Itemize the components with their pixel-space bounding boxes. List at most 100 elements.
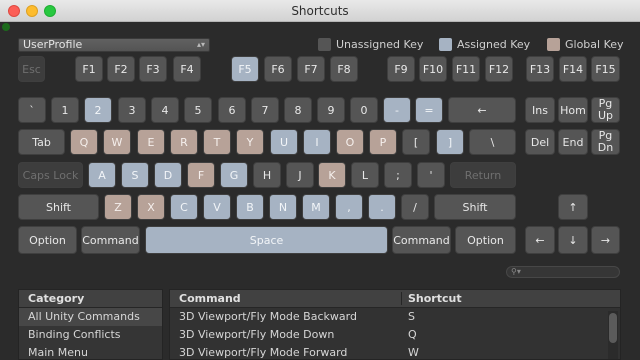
key-j[interactable]: J xyxy=(286,162,314,188)
key-d[interactable]: D xyxy=(154,162,182,188)
key-f[interactable]: F xyxy=(187,162,215,188)
key-f12[interactable]: F12 xyxy=(485,56,513,82)
key-f2[interactable]: F2 xyxy=(107,56,135,82)
key-t[interactable]: T xyxy=(203,129,231,155)
key-f9[interactable]: F9 xyxy=(387,56,415,82)
key-left[interactable]: ← xyxy=(525,226,555,254)
key-1[interactable]: 1 xyxy=(51,97,79,123)
key-label: V xyxy=(213,200,221,214)
key-backquote[interactable]: ` xyxy=(18,97,46,123)
category-item-main-menu[interactable]: Main Menu xyxy=(19,344,162,360)
table-row[interactable]: 3D Viewport/Fly Mode Down Q xyxy=(170,326,620,344)
key-g[interactable]: G xyxy=(220,162,248,188)
key-home[interactable]: Hom xyxy=(558,97,588,123)
key-w[interactable]: W xyxy=(103,129,131,155)
key-f10[interactable]: F10 xyxy=(419,56,447,82)
search-field[interactable]: ⚲▾ xyxy=(506,266,620,278)
key-3[interactable]: 3 xyxy=(118,97,146,123)
scrollbar-thumb[interactable] xyxy=(609,313,617,343)
key-z[interactable]: Z xyxy=(104,194,132,220)
key-f14[interactable]: F14 xyxy=(559,56,587,82)
key-down[interactable]: ↓ xyxy=(558,226,588,254)
key-label: Z xyxy=(114,200,122,214)
key-a[interactable]: A xyxy=(88,162,116,188)
key-o[interactable]: O xyxy=(336,129,364,155)
key-comma[interactable]: , xyxy=(335,194,363,220)
table-row[interactable]: 3D Viewport/Fly Mode Forward W xyxy=(170,344,620,360)
key-c[interactable]: C xyxy=(170,194,198,220)
key-capslock[interactable]: Caps Lock xyxy=(18,162,83,188)
key-4[interactable]: 4 xyxy=(151,97,179,123)
key-h[interactable]: H xyxy=(253,162,281,188)
key-5[interactable]: 5 xyxy=(184,97,212,123)
key-roption[interactable]: Option xyxy=(455,226,516,254)
key-8[interactable]: 8 xyxy=(284,97,312,123)
key-y[interactable]: Y xyxy=(236,129,264,155)
shortcut-column-header[interactable]: Shortcut xyxy=(408,290,462,307)
key-equals[interactable]: = xyxy=(415,97,443,123)
key-l[interactable]: L xyxy=(351,162,379,188)
key-9[interactable]: 9 xyxy=(317,97,345,123)
key-rshift[interactable]: Shift xyxy=(434,194,516,220)
key-s[interactable]: S xyxy=(121,162,149,188)
key-f8[interactable]: F8 xyxy=(330,56,358,82)
key-n[interactable]: N xyxy=(269,194,297,220)
category-item-binding-conflicts[interactable]: Binding Conflicts xyxy=(19,326,162,344)
key-0[interactable]: 0 xyxy=(350,97,378,123)
key-pgup[interactable]: Pg Up xyxy=(591,97,620,123)
key-x[interactable]: X xyxy=(137,194,165,220)
profile-dropdown[interactable]: UserProfile ▴▾ xyxy=(18,38,210,52)
key-label: Shift xyxy=(45,200,71,214)
column-divider[interactable] xyxy=(401,292,402,305)
key-q[interactable]: Q xyxy=(70,129,98,155)
key-f7[interactable]: F7 xyxy=(297,56,325,82)
key-end[interactable]: End xyxy=(558,129,588,155)
key-ins[interactable]: Ins xyxy=(525,97,555,123)
key-v[interactable]: V xyxy=(203,194,231,220)
key-semicolon[interactable]: ; xyxy=(384,162,412,188)
key-lshift[interactable]: Shift xyxy=(18,194,99,220)
key-7[interactable]: 7 xyxy=(251,97,279,123)
key-backslash[interactable]: \ xyxy=(469,129,516,155)
key-space[interactable]: Space xyxy=(145,226,388,254)
key-rcommand[interactable]: Command xyxy=(392,226,451,254)
key-f13[interactable]: F13 xyxy=(526,56,554,82)
key-up[interactable]: ↑ xyxy=(558,194,588,220)
key-e[interactable]: E xyxy=(137,129,165,155)
key-rbracket[interactable]: ] xyxy=(436,129,464,155)
key-del[interactable]: Del xyxy=(525,129,555,155)
key-6[interactable]: 6 xyxy=(218,97,246,123)
key-period[interactable]: . xyxy=(368,194,396,220)
category-item-all-unity-commands[interactable]: All Unity Commands xyxy=(19,308,162,326)
key-r[interactable]: R xyxy=(170,129,198,155)
key-loption[interactable]: Option xyxy=(18,226,77,254)
key-slash[interactable]: / xyxy=(401,194,429,220)
key-esc[interactable]: Esc xyxy=(18,56,45,82)
key-return[interactable]: Return xyxy=(450,162,516,188)
table-row[interactable]: 3D Viewport/Fly Mode Backward S xyxy=(170,308,620,326)
key-tab[interactable]: Tab xyxy=(18,129,65,155)
key-f5[interactable]: F5 xyxy=(231,56,259,82)
key-lbracket[interactable]: [ xyxy=(402,129,430,155)
key-pgdn[interactable]: Pg Dn xyxy=(591,129,620,155)
key-p[interactable]: P xyxy=(369,129,397,155)
key-m[interactable]: M xyxy=(302,194,330,220)
key-f15[interactable]: F15 xyxy=(591,56,620,82)
key-quote[interactable]: ' xyxy=(417,162,445,188)
vertical-scrollbar[interactable] xyxy=(608,311,618,359)
command-column-header[interactable]: Command xyxy=(179,290,241,307)
key-f1[interactable]: F1 xyxy=(75,56,103,82)
key-k[interactable]: K xyxy=(318,162,346,188)
key-i[interactable]: I xyxy=(303,129,331,155)
key-f6[interactable]: F6 xyxy=(264,56,292,82)
key-backspace[interactable]: ← xyxy=(448,97,516,123)
key-b[interactable]: B xyxy=(236,194,264,220)
key-2[interactable]: 2 xyxy=(84,97,112,123)
key-right[interactable]: → xyxy=(591,226,620,254)
key-f3[interactable]: F3 xyxy=(139,56,167,82)
key-minus[interactable]: - xyxy=(383,97,411,123)
key-f11[interactable]: F11 xyxy=(452,56,480,82)
key-u[interactable]: U xyxy=(270,129,298,155)
key-f4[interactable]: F4 xyxy=(173,56,201,82)
key-lcommand[interactable]: Command xyxy=(81,226,140,254)
